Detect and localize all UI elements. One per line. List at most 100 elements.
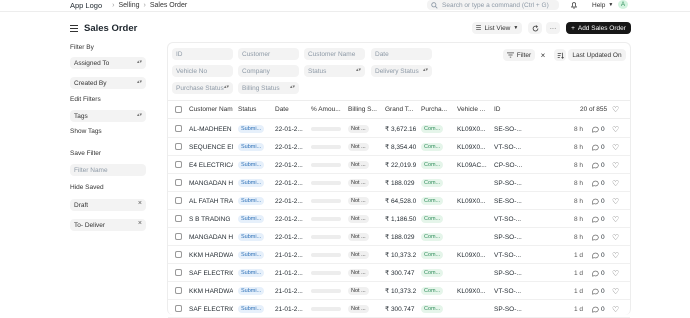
tags-select[interactable]: Tags ▴▾ [70,110,146,122]
breadcrumb-selling[interactable]: Selling [118,2,139,9]
customer-name-cell[interactable]: E4 ELECTRICA [189,161,233,170]
comment-icon[interactable] [592,215,600,224]
comment-icon[interactable] [592,161,600,170]
row-checkbox[interactable] [175,251,182,258]
comment-icon[interactable] [592,197,600,206]
breadcrumb-sales-order[interactable]: Sales Order [150,2,187,9]
column-grand-total[interactable]: Grand T... [385,106,419,113]
column-amount[interactable]: % Amou... [311,106,345,113]
heart-icon[interactable]: ♡ [612,287,622,296]
delivery-status-filter[interactable]: Delivery Status ▴▾ [371,65,432,77]
customer-name-cell[interactable]: KKM HARDWA [189,287,233,296]
table-row[interactable]: SAF ELECTRIC Submi... 21-01-2... Not ... ₹ 3… [168,300,630,318]
id-cell[interactable]: VT-SO-... [494,287,528,296]
table-row[interactable]: AL-MADHEEN Submi... 22-01-2... Not ... ₹ 3,6… [168,120,630,138]
table-row[interactable]: E4 ELECTRICA Submi... 22-01-2... Not ... ₹ 2… [168,156,630,174]
heart-icon[interactable]: ♡ [612,161,622,170]
hide-saved-link[interactable]: Hide Saved [70,184,104,191]
table-row[interactable]: SEQUENCE EN Submi... 22-01-2... Not ... ₹ 8,… [168,138,630,156]
heart-icon[interactable]: ♡ [612,197,622,206]
bell-icon[interactable] [570,0,578,10]
billing-status-filter[interactable]: Billing Status ▴▾ [238,82,299,94]
comment-icon[interactable] [592,305,600,314]
heart-icon[interactable]: ♡ [612,105,619,114]
comment-icon[interactable] [592,269,600,278]
refresh-button[interactable] [528,22,542,34]
heart-icon[interactable]: ♡ [612,251,622,260]
customer-name-cell[interactable]: SEQUENCE EN [189,143,233,152]
help-dropdown[interactable]: Help ▼ [592,0,613,10]
row-checkbox[interactable] [175,269,182,276]
customer-name-cell[interactable]: KKM HARDWA [189,251,233,260]
id-cell[interactable]: VT-SO-... [494,215,528,224]
company-filter[interactable]: Company [238,65,299,77]
row-checkbox[interactable] [175,197,182,204]
id-cell[interactable]: VT-SO-... [494,143,528,152]
column-date[interactable]: Date [275,106,305,113]
customer-name-cell[interactable]: SAF ELECTRIC [189,269,233,278]
customer-name-cell[interactable]: SAF ELECTRIC [189,305,233,314]
close-icon[interactable]: × [138,220,142,227]
table-row[interactable]: KKM HARDWA Submi... 21-01-2... Not ... ₹ 10,… [168,282,630,300]
comment-icon[interactable] [592,179,600,188]
customer-name-cell[interactable]: AL-MADHEEN [189,125,233,134]
row-checkbox[interactable] [175,161,182,168]
customer-name-cell[interactable]: MANGADAN H [189,179,233,188]
id-filter[interactable]: ID [172,48,233,60]
status-filter[interactable]: Status ▴▾ [304,65,365,77]
id-cell[interactable]: CP-SO-... [494,161,528,170]
heart-icon[interactable]: ♡ [612,215,622,224]
edit-filters-link[interactable]: Edit Filters [70,96,101,103]
date-filter[interactable]: Date [371,48,432,60]
id-cell[interactable]: SE-SO-... [494,197,528,206]
add-sales-order-button[interactable]: + Add Sales Order [566,22,631,34]
customer-name-filter[interactable]: Customer Name [304,48,365,60]
vehicle-no-filter[interactable]: Vehicle No [172,65,233,77]
comment-icon[interactable] [592,233,600,242]
close-icon[interactable]: × [138,200,142,207]
customer-name-cell[interactable]: MANGADAN H [189,233,233,242]
row-checkbox[interactable] [175,125,182,132]
table-row[interactable]: MANGADAN H Submi... 22-01-2... Not ... ₹ 188… [168,228,630,246]
table-row[interactable]: MANGADAN H Submi... 22-01-2... Not ... ₹ 188… [168,174,630,192]
assigned-to-select[interactable]: Assigned To ▴▾ [70,57,146,69]
customer-name-cell[interactable]: AL FATAH TRA [189,197,233,206]
sort-by-button[interactable]: Last Updated On [568,49,626,61]
id-cell[interactable]: SP-SO-... [494,233,528,242]
heart-icon[interactable]: ♡ [612,143,622,152]
heart-icon[interactable]: ♡ [612,125,622,134]
id-cell[interactable]: VT-SO-... [494,251,528,260]
customer-filter[interactable]: Customer [238,48,299,60]
sort-order-button[interactable] [554,49,566,61]
column-billing[interactable]: Billing S... [348,106,382,113]
row-checkbox[interactable] [175,179,182,186]
table-row[interactable]: AL FATAH TRA Submi... 22-01-2... Not ... ₹ 6… [168,192,630,210]
table-row[interactable]: S B TRADING Submi... 22-01-2... Not ... ₹ 1,… [168,210,630,228]
comment-icon[interactable] [592,287,600,296]
heart-icon[interactable]: ♡ [612,305,622,314]
column-status[interactable]: Status [238,106,270,113]
heart-icon[interactable]: ♡ [612,179,622,188]
filter-button[interactable]: Filter [503,49,535,61]
column-customer-name[interactable]: Customer Name [189,106,233,113]
heart-icon[interactable]: ♡ [612,233,622,242]
sidebar-toggle-icon[interactable] [70,24,78,32]
filter-name-input[interactable]: Filter Name [70,164,146,176]
id-cell[interactable]: SE-SO-... [494,125,528,134]
more-button[interactable]: ··· [546,22,560,34]
saved-filter-draft[interactable]: Draft × [70,199,146,211]
column-vehicle[interactable]: Vehicle ... [457,106,491,113]
table-row[interactable]: KKM HARDWA Submi... 21-01-2... Not ... ₹ 10,… [168,246,630,264]
row-checkbox[interactable] [175,143,182,150]
app-logo[interactable]: App Logo [70,1,102,10]
id-cell[interactable]: SP-SO-... [494,269,528,278]
id-cell[interactable]: SP-SO-... [494,305,528,314]
column-id[interactable]: ID [494,106,524,113]
select-all-checkbox[interactable] [175,106,182,113]
clear-filters-button[interactable]: × [537,49,549,61]
purchase-status-filter[interactable]: Purchase Status ▴▾ [172,82,233,94]
comment-icon[interactable] [592,143,600,152]
heart-icon[interactable]: ♡ [612,269,622,278]
customer-name-cell[interactable]: S B TRADING [189,215,233,224]
table-row[interactable]: SAF ELECTRIC Submi... 21-01-2... Not ... ₹ 3… [168,264,630,282]
